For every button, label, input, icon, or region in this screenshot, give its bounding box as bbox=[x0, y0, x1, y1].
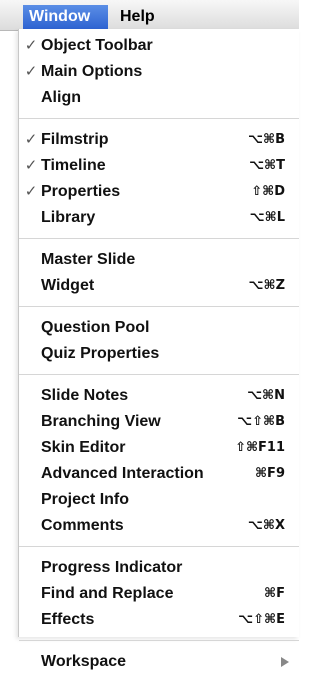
checkmark-icon: ✓ bbox=[24, 37, 38, 54]
menu-item-workspace[interactable]: Workspace bbox=[19, 649, 299, 675]
menu-item-label: Slide Notes bbox=[41, 387, 129, 404]
menu-item-label: Question Pool bbox=[41, 319, 150, 336]
keyboard-shortcut: ⌥⌘X bbox=[247, 518, 285, 533]
menu-item-label: Widget bbox=[41, 277, 95, 294]
checkmark-icon: ✓ bbox=[24, 131, 38, 148]
keyboard-shortcut: ⇧⌘D bbox=[251, 184, 285, 199]
keyboard-shortcut: ⌥⌘T bbox=[249, 158, 285, 173]
menu-item-label: Filmstrip bbox=[41, 131, 109, 148]
menu-item-label: Main Options bbox=[41, 63, 143, 80]
menu-item-label: Progress Indicator bbox=[41, 559, 183, 576]
menu-item-label: Library bbox=[41, 209, 96, 226]
keyboard-shortcut: ⌥⌘B bbox=[248, 132, 285, 147]
menu-item-label: Effects bbox=[41, 611, 95, 628]
menu-item-label: Advanced Interaction bbox=[41, 465, 204, 482]
checkmark-icon: ✓ bbox=[24, 63, 38, 80]
menu-item-label: Properties bbox=[41, 183, 121, 200]
checkmark-icon: ✓ bbox=[24, 183, 38, 200]
menu-item-project-info[interactable]: Project Info bbox=[19, 487, 299, 513]
menu-item-branching-view[interactable]: Branching View ⌥⇧⌘B bbox=[19, 409, 299, 435]
menu-item-master-slide[interactable]: Master Slide bbox=[19, 247, 299, 273]
menu-item-label: Workspace bbox=[41, 653, 127, 670]
menu-item-skin-editor[interactable]: Skin Editor ⇧⌘F11 bbox=[19, 435, 299, 461]
menu-item-library[interactable]: Library ⌥⌘L bbox=[19, 205, 299, 231]
menu-item-find-and-replace[interactable]: Find and Replace ⌘F bbox=[19, 581, 299, 607]
menu-item-properties[interactable]: ✓ Properties ⇧⌘D bbox=[19, 179, 299, 205]
menu-item-label: Timeline bbox=[41, 157, 106, 174]
menu-item-label: Comments bbox=[41, 517, 124, 534]
keyboard-shortcut: ⌥⌘L bbox=[249, 210, 285, 225]
menu-item-question-pool[interactable]: Question Pool bbox=[19, 315, 299, 341]
keyboard-shortcut: ⌥⇧⌘E bbox=[238, 612, 285, 627]
menu-item-label: Branching View bbox=[41, 413, 161, 430]
submenu-arrow-icon bbox=[281, 657, 289, 667]
keyboard-shortcut: ⌥⌘N bbox=[247, 388, 285, 403]
keyboard-shortcut: ⌘F9 bbox=[255, 466, 285, 481]
menu-item-label: Object Toolbar bbox=[41, 37, 153, 54]
help-menu-title[interactable]: Help bbox=[114, 5, 163, 29]
menu-item-label: Skin Editor bbox=[41, 439, 126, 456]
menu-item-main-options[interactable]: ✓ Main Options bbox=[19, 59, 299, 85]
menu-item-label: Project Info bbox=[41, 491, 130, 508]
menu-item-label: Align bbox=[41, 89, 81, 106]
menu-item-object-toolbar[interactable]: ✓ Object Toolbar bbox=[19, 33, 299, 59]
menu-item-filmstrip[interactable]: ✓ Filmstrip ⌥⌘B bbox=[19, 127, 299, 153]
checkmark-icon: ✓ bbox=[24, 157, 38, 174]
menu-separator bbox=[19, 546, 299, 547]
menu-separator bbox=[19, 640, 299, 641]
menu-item-label: Master Slide bbox=[41, 251, 136, 268]
menu-item-comments[interactable]: Comments ⌥⌘X bbox=[19, 513, 299, 539]
menu-item-label: Quiz Properties bbox=[41, 345, 160, 362]
menu-item-widget[interactable]: Widget ⌥⌘Z bbox=[19, 273, 299, 299]
window-menu-title[interactable]: Window bbox=[23, 5, 108, 29]
menu-separator bbox=[19, 374, 299, 375]
menu-item-quiz-properties[interactable]: Quiz Properties bbox=[19, 341, 299, 367]
menu-bar: Window Help bbox=[0, 0, 299, 31]
menu-separator bbox=[19, 238, 299, 239]
menu-item-advanced-interaction[interactable]: Advanced Interaction ⌘F9 bbox=[19, 461, 299, 487]
menu-item-align[interactable]: Align bbox=[19, 85, 299, 111]
menu-separator bbox=[19, 118, 299, 119]
menu-item-progress-indicator[interactable]: Progress Indicator bbox=[19, 555, 299, 581]
menu-item-slide-notes[interactable]: Slide Notes ⌥⌘N bbox=[19, 383, 299, 409]
menu-item-timeline[interactable]: ✓ Timeline ⌥⌘T bbox=[19, 153, 299, 179]
keyboard-shortcut: ⌥⌘Z bbox=[248, 278, 285, 293]
menu-separator bbox=[19, 306, 299, 307]
keyboard-shortcut: ⇧⌘F11 bbox=[235, 440, 285, 455]
keyboard-shortcut: ⌥⇧⌘B bbox=[237, 414, 285, 429]
keyboard-shortcut: ⌘F bbox=[264, 586, 285, 601]
window-menu-dropdown: ✓ Object Toolbar ✓ Main Options Align ✓ Filmst… bbox=[18, 29, 299, 670]
menu-item-label: Find and Replace bbox=[41, 585, 174, 602]
menu-item-effects[interactable]: Effects ⌥⇧⌘E bbox=[19, 607, 299, 633]
